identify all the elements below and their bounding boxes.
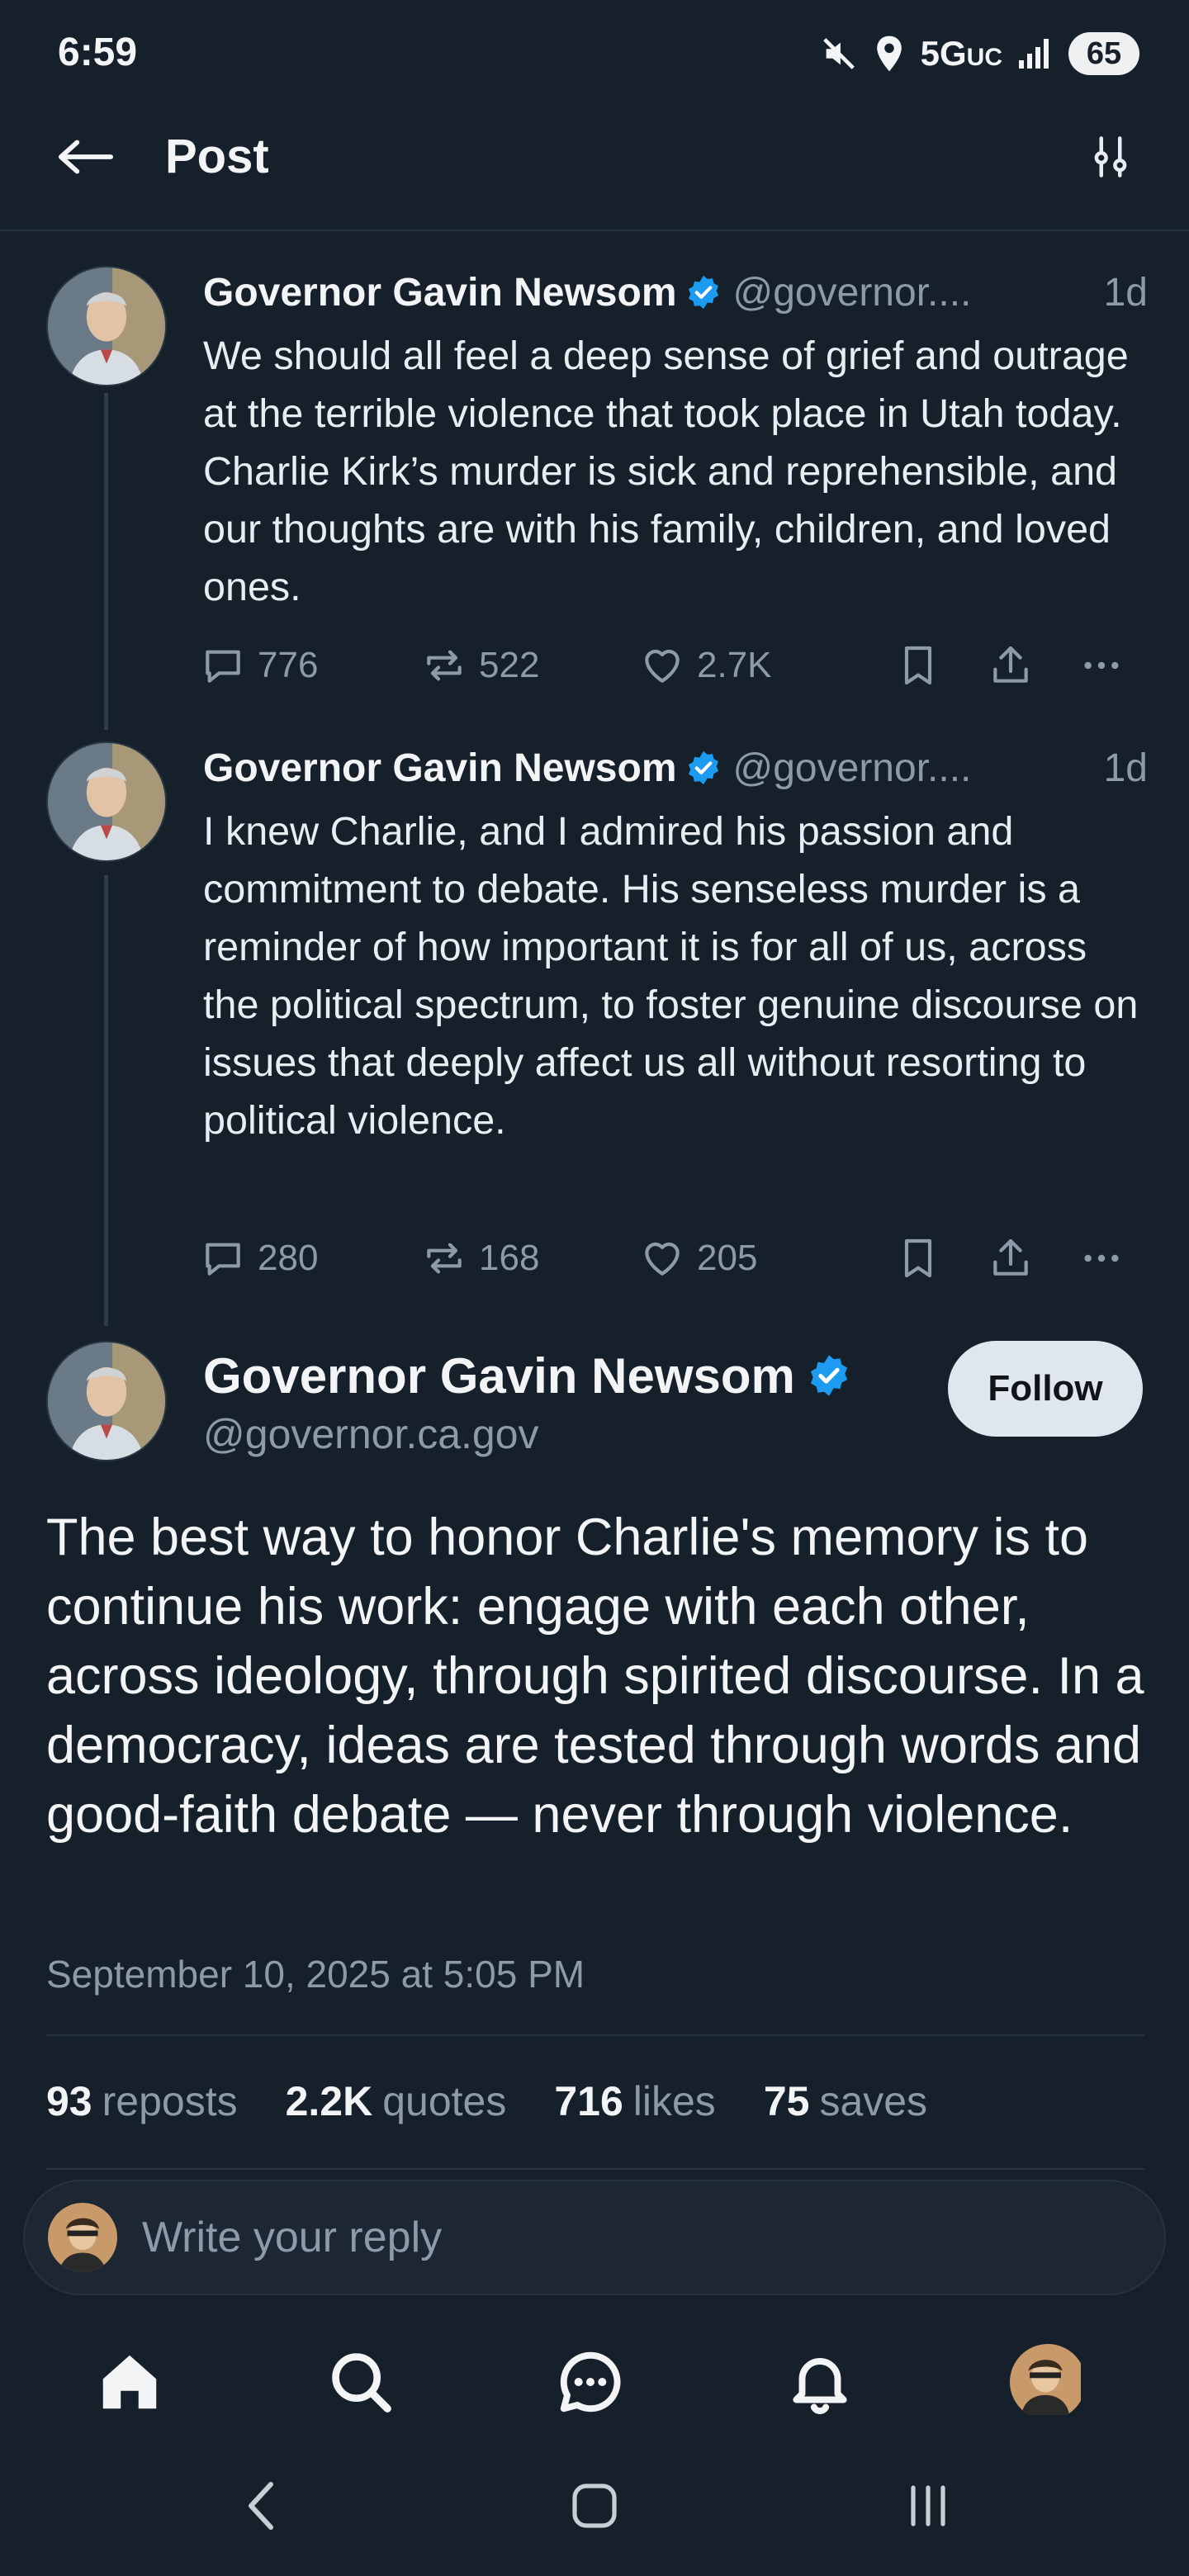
search-icon	[332, 2353, 391, 2413]
repost-button[interactable]: 168	[421, 1235, 539, 1281]
reply-button[interactable]: 280	[200, 1235, 318, 1281]
system-navigation	[0, 2469, 1189, 2543]
home-square-icon	[572, 2484, 617, 2528]
main-author-handle[interactable]: @governor.ca.gov	[203, 1410, 539, 1458]
reply-input-placeholder[interactable]: Write your reply	[142, 2213, 442, 2262]
status-icons: 5GUC 65	[820, 28, 1139, 79]
reply-count: 776	[258, 645, 319, 685]
repost-button[interactable]: 522	[421, 642, 539, 689]
filter-settings-button[interactable]	[1073, 124, 1148, 190]
avatar[interactable]	[46, 741, 167, 862]
tweet-actions: 776 522 2.7K	[0, 641, 1189, 690]
verified-badge-icon	[688, 275, 718, 310]
location-icon	[876, 36, 902, 72]
repost-count: 168	[479, 1238, 540, 1278]
bookmark-button[interactable]	[895, 1235, 941, 1281]
bookmark-icon	[904, 646, 932, 685]
reply-composer[interactable]: Write your reply	[23, 2180, 1166, 2295]
system-home-button[interactable]	[553, 2469, 636, 2543]
tweet-header: Governor Gavin Newsom @governor.... 1d	[203, 266, 1148, 319]
divider	[46, 2034, 1144, 2036]
like-count: 2.7K	[697, 645, 772, 685]
nav-notifications[interactable]	[775, 2337, 865, 2427]
sliders-icon	[1094, 136, 1127, 178]
nav-home[interactable]	[84, 2337, 175, 2427]
nav-search[interactable]	[315, 2337, 406, 2427]
page-title: Post	[165, 130, 269, 183]
post-stats: 93 reposts 2.2K quotes 716 likes 75 saves	[46, 2077, 927, 2125]
verified-badge-icon	[688, 751, 718, 785]
author-handle[interactable]: @governor....	[733, 746, 972, 791]
share-button[interactable]	[988, 1235, 1034, 1281]
tweet-header: Governor Gavin Newsom @governor.... 1d	[203, 741, 1148, 794]
reply-button[interactable]: 776	[200, 642, 318, 689]
bookmark-icon	[904, 1238, 932, 1278]
repost-count: 522	[479, 645, 540, 685]
nav-chat[interactable]	[545, 2337, 636, 2427]
mute-icon	[822, 38, 855, 69]
follow-button[interactable]: Follow	[948, 1341, 1143, 1437]
home-icon	[102, 2355, 157, 2409]
author-name[interactable]: Governor Gavin Newsom	[203, 270, 677, 315]
system-back-button[interactable]	[220, 2469, 302, 2543]
main-author-row: Governor Gavin Newsom	[203, 1344, 851, 1407]
status-time: 6:59	[58, 31, 138, 74]
share-button[interactable]	[988, 642, 1034, 689]
my-avatar	[48, 2203, 117, 2272]
like-button[interactable]: 205	[639, 1235, 757, 1281]
signal-icon	[1019, 39, 1049, 69]
post-time: 1d	[1103, 270, 1148, 315]
like-button[interactable]: 2.7K	[639, 642, 772, 689]
network-type: 5GUC	[920, 34, 1002, 73]
tweet-actions: 280 168 205	[0, 1234, 1189, 1283]
heart-icon	[645, 1242, 680, 1276]
post-date: September 10, 2025 at 5:05 PM	[46, 1953, 585, 1996]
header-divider	[0, 230, 1189, 231]
post-time: 1d	[1103, 746, 1148, 790]
system-recents-button[interactable]	[887, 2469, 969, 2543]
recents-icon	[911, 2485, 945, 2526]
more-options-button[interactable]	[1078, 1235, 1125, 1281]
divider	[46, 2168, 1144, 2170]
more-horizontal-icon	[1084, 1254, 1119, 1262]
tweet-text: I knew Charlie, and I admired his passio…	[203, 809, 1139, 1143]
profile-photo	[48, 743, 165, 860]
author-handle[interactable]: @governor....	[733, 270, 972, 315]
bottom-nav	[0, 2337, 1189, 2427]
avatar[interactable]	[46, 1341, 167, 1461]
reply-count: 280	[258, 1238, 319, 1278]
back-button[interactable]	[48, 124, 122, 190]
my-avatar	[1010, 2344, 1086, 2420]
tweet-text: We should all feel a deep sense of grief…	[203, 334, 1129, 609]
heart-icon	[645, 649, 680, 683]
chat-icon	[560, 2351, 621, 2413]
chevron-left-icon	[249, 2482, 273, 2530]
bell-icon	[793, 2357, 847, 2414]
bookmark-button[interactable]	[895, 642, 941, 689]
likes-stat[interactable]: 716 likes	[554, 2077, 715, 2125]
more-horizontal-icon	[1084, 661, 1119, 670]
battery-indicator: 65	[1068, 32, 1139, 75]
repost-icon	[427, 1243, 462, 1274]
reposts-stat[interactable]: 93 reposts	[46, 2077, 238, 2125]
share-icon	[993, 646, 1028, 683]
share-icon	[993, 1238, 1028, 1276]
main-author-name[interactable]: Governor Gavin Newsom	[203, 1347, 795, 1404]
profile-photo	[48, 1342, 165, 1460]
comment-icon	[206, 1243, 240, 1276]
saves-stat[interactable]: 75 saves	[764, 2077, 927, 2125]
author-name[interactable]: Governor Gavin Newsom	[203, 746, 677, 791]
nav-profile[interactable]	[1002, 2337, 1093, 2427]
comment-icon	[206, 650, 240, 683]
quotes-stat[interactable]: 2.2K quotes	[286, 2077, 507, 2125]
verified-badge-icon	[810, 1355, 847, 1396]
profile-photo	[48, 268, 165, 385]
repost-icon	[427, 650, 462, 681]
main-post-text: The best way to honor Charlie's memory i…	[46, 1508, 1144, 1844]
like-count: 205	[697, 1238, 758, 1278]
more-options-button[interactable]	[1078, 642, 1125, 689]
avatar[interactable]	[46, 266, 167, 386]
arrow-left-icon	[58, 140, 114, 174]
